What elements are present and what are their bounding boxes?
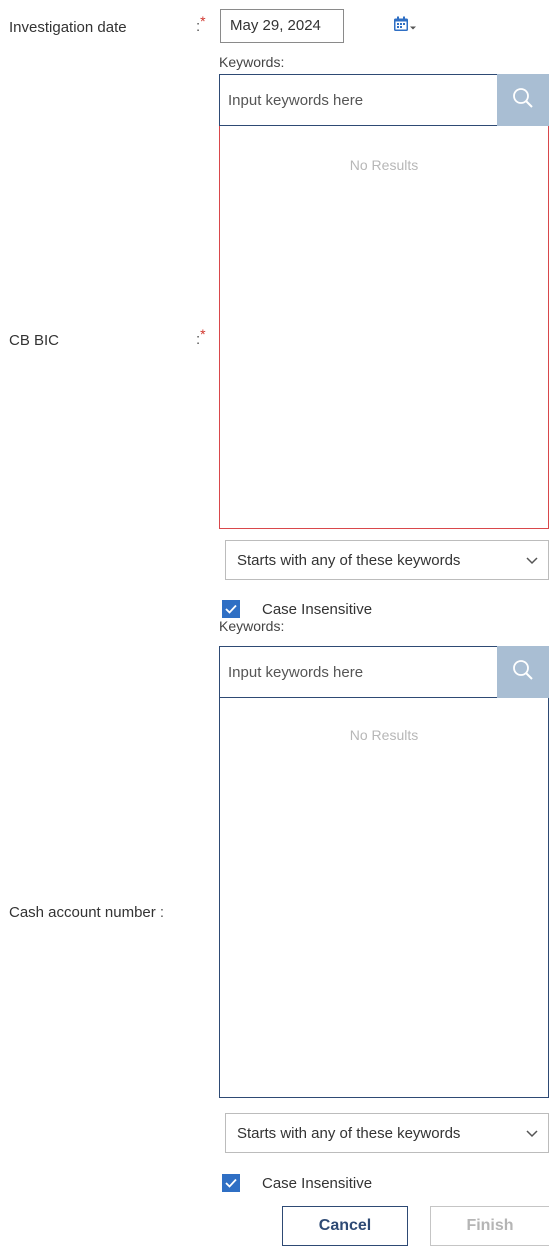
checkmark-icon (225, 1175, 237, 1192)
cash-account-case-insensitive-checkbox[interactable] (222, 1174, 240, 1192)
cash-account-case-insensitive[interactable]: Case Insensitive (222, 1174, 372, 1192)
cb-bic-case-insensitive-checkbox[interactable] (222, 600, 240, 618)
cb-bic-search-input[interactable]: Input keywords here (219, 74, 497, 126)
cb-bic-case-insensitive[interactable]: Case Insensitive (222, 600, 372, 618)
calendar-icon (393, 16, 409, 36)
chevron-down-icon (526, 552, 538, 569)
cb-bic-no-results: No Results (349, 157, 419, 173)
cash-account-case-insensitive-label: Case Insensitive (262, 1174, 373, 1192)
search-icon (512, 87, 534, 113)
cb-bic-case-insensitive-label: Case Insensitive (262, 600, 373, 618)
cb-bic-colon-required: :* (196, 326, 206, 348)
cb-bic-keywords-label: Keywords: (219, 54, 285, 70)
cancel-button[interactable]: Cancel (282, 1206, 408, 1246)
cash-account-match-mode-value: Starts with any of these keywords (237, 1124, 461, 1142)
field-colon: : (159, 904, 165, 921)
required-asterisk: * (200, 326, 206, 342)
cb-bic-search: Input keywords here (219, 74, 549, 126)
cash-account-label: Cash account number : (9, 904, 164, 921)
cash-account-no-results: No Results (349, 727, 419, 743)
cb-bic-match-mode-select[interactable]: Starts with any of these keywords (225, 540, 549, 580)
cash-account-keywords-label: Keywords: (219, 618, 285, 634)
cb-bic-results-list[interactable]: No Results (219, 126, 549, 529)
finish-button[interactable]: Finish (430, 1206, 549, 1246)
checkmark-icon (225, 601, 237, 618)
caret-down-icon (410, 18, 416, 35)
cash-account-match-mode-select[interactable]: Starts with any of these keywords (225, 1113, 549, 1153)
cash-account-results-list[interactable]: No Results (219, 698, 549, 1098)
investigation-date-input[interactable]: May 29, 2024 (220, 9, 344, 43)
investigation-date-colon-required: :* (196, 13, 206, 35)
cb-bic-match-mode-value: Starts with any of these keywords (237, 551, 461, 569)
cash-account-search-input[interactable]: Input keywords here (219, 646, 497, 698)
cash-account-label-text: Cash account number (9, 904, 156, 921)
cash-account-search-button[interactable] (497, 646, 549, 698)
cb-bic-search-button[interactable] (497, 74, 549, 126)
chevron-down-icon (526, 1125, 538, 1142)
required-asterisk: * (200, 13, 206, 29)
investigation-date-label: Investigation date (9, 19, 127, 36)
search-icon (512, 659, 534, 685)
cb-bic-label: CB BIC (9, 332, 60, 349)
cash-account-search: Input keywords here (219, 646, 549, 698)
date-picker-button[interactable] (393, 16, 416, 36)
